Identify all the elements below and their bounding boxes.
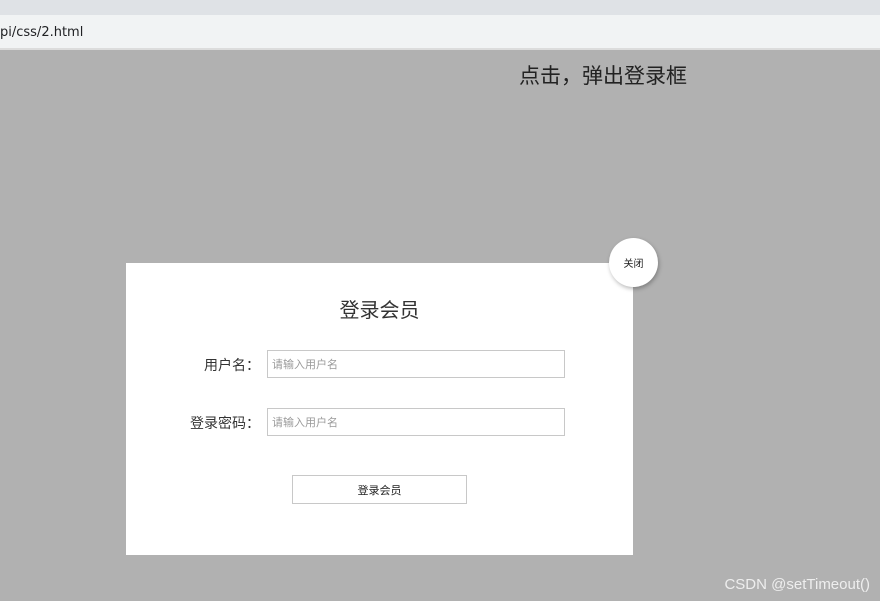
password-row: 登录密码： <box>126 408 633 438</box>
username-label: 用户名： <box>204 358 260 374</box>
password-input[interactable] <box>267 408 565 436</box>
login-modal: 登录会员 用户名： 登录密码： 登录会员 <box>126 263 633 555</box>
page-viewport: 点击，弹出登录框 登录会员 用户名： 登录密码： 登录会员 关闭 CSDN @s… <box>0 50 880 601</box>
address-url[interactable]: pi/css/2.html <box>0 25 83 40</box>
modal-title: 登录会员 <box>339 298 420 322</box>
open-login-link[interactable]: 点击，弹出登录框 <box>519 60 687 90</box>
close-button-label: 关闭 <box>623 259 644 270</box>
address-bar[interactable]: pi/css/2.html <box>0 15 880 50</box>
username-input[interactable] <box>267 350 565 378</box>
username-row: 用户名： <box>126 350 633 380</box>
browser-tab-strip <box>0 0 880 15</box>
login-submit-button[interactable]: 登录会员 <box>292 475 467 504</box>
close-button[interactable]: 关闭 <box>609 238 658 287</box>
watermark: CSDN @setTimeout() <box>724 576 870 593</box>
password-label: 登录密码： <box>190 416 260 432</box>
